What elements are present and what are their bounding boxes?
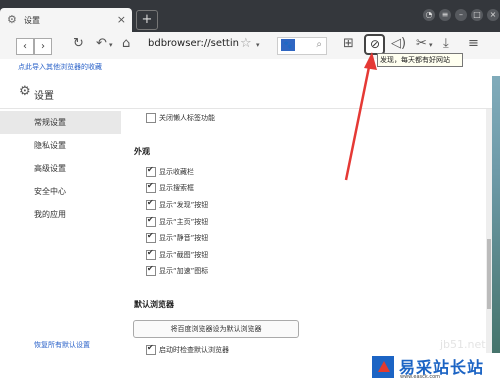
- settings-header: ⚙ 设置: [0, 76, 492, 109]
- option-label: 显示“加速”图标: [159, 267, 209, 275]
- new-tab-button[interactable]: +: [136, 10, 158, 30]
- option-label: 显示“主页”按钮: [159, 218, 209, 226]
- option-label: 显示“静音”按钮: [159, 234, 209, 242]
- appearance-heading: 外观: [134, 147, 150, 156]
- star-icon[interactable]: ☆: [240, 36, 252, 51]
- show-bookmark-bar-checkbox[interactable]: [146, 165, 156, 177]
- lazy-tab-checkbox[interactable]: [146, 113, 156, 123]
- set-default-browser-button[interactable]: 将百度浏览器设为默认浏览器: [133, 320, 299, 338]
- option-label: 显示搜索框: [159, 184, 194, 192]
- sidebar-item-security[interactable]: 安全中心: [0, 180, 121, 203]
- close-window-icon[interactable]: ×: [487, 9, 499, 21]
- maximize-icon[interactable]: □: [471, 9, 483, 21]
- check-default-checkbox[interactable]: [146, 343, 156, 355]
- sidebar-item-privacy[interactable]: 隐私设置: [0, 134, 121, 157]
- menu-icon[interactable]: ≡: [468, 36, 479, 51]
- show-mute-checkbox[interactable]: [146, 231, 156, 243]
- compass-icon: ⊘: [370, 37, 381, 51]
- logo-icon: [372, 356, 394, 378]
- gear-icon: ⚙: [19, 84, 31, 99]
- watermark-logo: 易采站长站 www.easck.com: [369, 353, 500, 383]
- show-search-box-checkbox[interactable]: [146, 181, 156, 193]
- search-icon[interactable]: ⌕: [316, 39, 322, 50]
- chevron-down-icon[interactable]: ▾: [109, 41, 113, 49]
- settings-sidebar: 常规设置 隐私设置 高级设置 安全中心 我的应用 恢复所有默认设置: [0, 109, 121, 383]
- default-browser-heading: 默认浏览器: [134, 300, 174, 309]
- watermark-url: jb51.net: [440, 338, 486, 351]
- watermark-sub: www.easck.com: [400, 374, 441, 380]
- option-label: 显示“发现”按钮: [159, 201, 209, 209]
- close-tab-icon[interactable]: ×: [117, 13, 126, 26]
- discover-tooltip: 发现，每天都有好网站: [377, 53, 463, 67]
- chevron-down-icon[interactable]: ▾: [429, 41, 433, 49]
- import-bookmarks-link[interactable]: 点此导入其他浏览器的收藏: [18, 62, 102, 72]
- settings-window: ⚙ 设置 常规设置 隐私设置 高级设置 安全中心 我的应用 恢复所有默认设置 关…: [0, 76, 492, 383]
- show-home-checkbox[interactable]: [146, 215, 156, 227]
- forward-button[interactable]: ›: [34, 38, 52, 55]
- undo-icon[interactable]: ↶: [96, 36, 107, 51]
- apps-icon[interactable]: ⊞: [343, 36, 354, 51]
- sidebar-item-my-apps[interactable]: 我的应用: [0, 203, 121, 226]
- show-accelerate-checkbox[interactable]: [146, 264, 156, 276]
- show-screenshot-checkbox[interactable]: [146, 248, 156, 260]
- title-bar: ⚙ 设置 × + ◔ ≡ – □ ×: [0, 0, 500, 32]
- settings-content: 关闭懒人标签功能 外观 显示收藏栏 显示搜索框 显示“发现”按钮 显示“主页”按…: [121, 109, 486, 383]
- option-label: 启动时检查默认浏览器: [159, 346, 229, 354]
- sidebar-item-advanced[interactable]: 高级设置: [0, 157, 121, 180]
- sidebar-item-general[interactable]: 常规设置: [0, 111, 121, 134]
- download-icon[interactable]: ⤓: [443, 36, 449, 51]
- option-label: 显示“截图”按钮: [159, 251, 209, 259]
- search-engine-icon[interactable]: 🐾: [281, 39, 295, 51]
- page-title: 设置: [34, 91, 54, 102]
- search-input[interactable]: 🐾 ⌕: [277, 37, 327, 55]
- tab-title: 设置: [24, 16, 40, 25]
- scrollbar-thumb[interactable]: [487, 239, 491, 309]
- address-bar[interactable]: bdbrowser://settin: [148, 38, 239, 49]
- minimize-icon[interactable]: –: [455, 9, 467, 21]
- home-icon[interactable]: ⌂: [122, 36, 130, 51]
- chevron-down-icon[interactable]: ▾: [256, 41, 260, 49]
- show-discover-checkbox[interactable]: [146, 198, 156, 210]
- tab-settings[interactable]: ⚙ 设置 ×: [0, 8, 132, 32]
- gear-icon: ⚙: [7, 13, 17, 26]
- skin-icon[interactable]: ◔: [423, 9, 435, 21]
- screenshot-icon[interactable]: ✂: [416, 36, 427, 51]
- option-label: 关闭懒人标签功能: [159, 114, 215, 122]
- refresh-icon[interactable]: ↻: [73, 36, 84, 51]
- scrollbar[interactable]: [486, 109, 492, 383]
- sound-icon[interactable]: ◁): [391, 36, 406, 51]
- discover-button[interactable]: ⊘: [364, 34, 385, 55]
- menu-icon[interactable]: ≡: [439, 9, 451, 21]
- back-button[interactable]: ‹: [16, 38, 34, 55]
- option-label: 显示收藏栏: [159, 168, 194, 176]
- restore-defaults-link[interactable]: 恢复所有默认设置: [34, 340, 90, 350]
